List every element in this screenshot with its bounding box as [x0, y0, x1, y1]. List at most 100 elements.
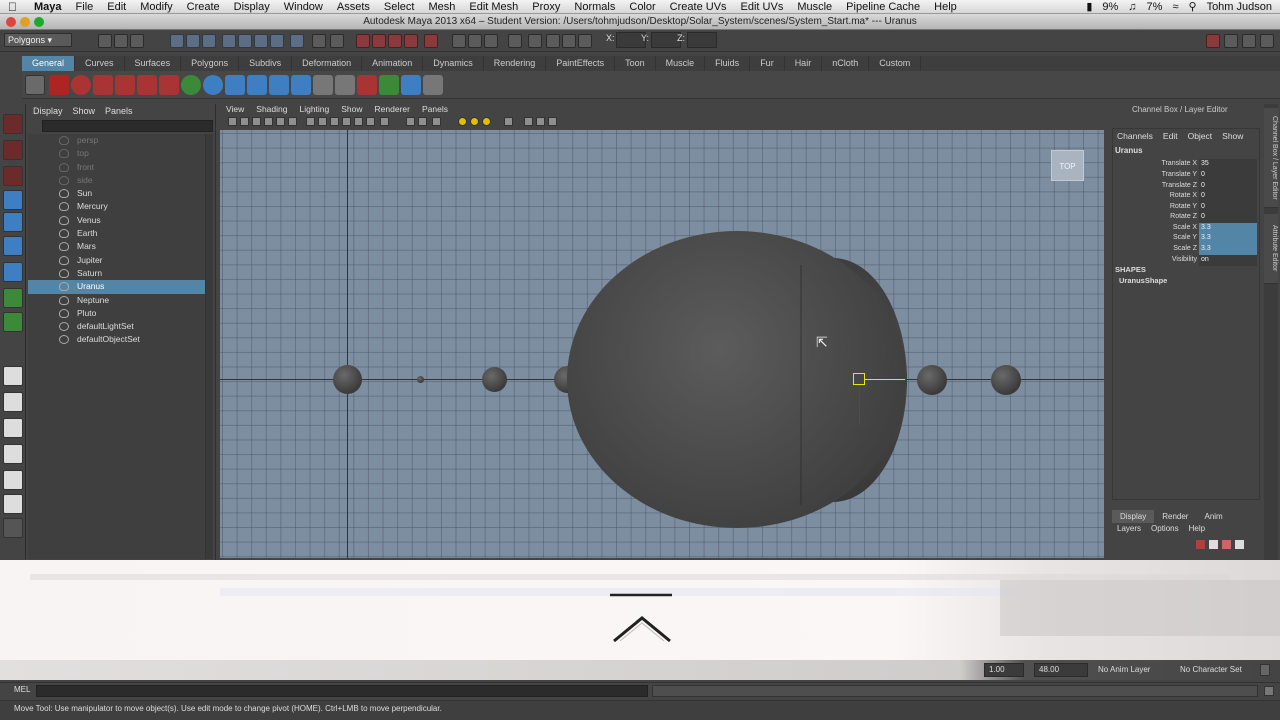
outliner-menu-display[interactable]: Display	[33, 104, 63, 118]
grid-icon[interactable]	[276, 117, 285, 126]
shelf-menu-icon[interactable]	[25, 75, 45, 95]
move-layer-down-icon[interactable]	[1235, 540, 1244, 549]
shelf-tab-custom[interactable]: Custom	[869, 56, 922, 71]
new-layer-selected-icon[interactable]	[1209, 540, 1218, 549]
channel-box-toggle-icon[interactable]	[1260, 34, 1274, 48]
snap-curve-icon[interactable]	[356, 34, 370, 48]
select-tool-icon[interactable]	[3, 114, 23, 134]
attr-rotate-z[interactable]: Rotate Z0	[1113, 212, 1259, 223]
menu-muscle[interactable]: Muscle	[797, 1, 832, 13]
attr-scale-z[interactable]: Scale Z 3.3	[1113, 244, 1259, 255]
smooth-shade-icon[interactable]	[318, 117, 327, 126]
all-lights-icon[interactable]	[482, 117, 491, 126]
poly-cylinder-icon[interactable]	[247, 75, 267, 95]
motion-blur-icon[interactable]	[548, 117, 557, 126]
rotate-tool-icon[interactable]	[3, 212, 23, 232]
menu-help[interactable]: Help	[934, 1, 957, 13]
planet-sphere[interactable]	[417, 376, 424, 383]
poly-plane-icon[interactable]	[291, 75, 311, 95]
select-component-icon[interactable]	[202, 34, 216, 48]
mask-surfaces-icon[interactable]	[270, 34, 284, 48]
attr-visibility[interactable]: Visibility on	[1113, 255, 1259, 266]
move-manipulator-x-axis[interactable]	[865, 379, 905, 380]
shelf-tab-surfaces[interactable]: Surfaces	[125, 56, 182, 71]
snap-point-icon[interactable]	[372, 34, 386, 48]
anim-layer-selector[interactable]: No Anim Layer	[1098, 663, 1150, 676]
volume-icon[interactable]: ♫	[1128, 1, 1136, 13]
outliner-menu-panels[interactable]: Panels	[105, 104, 133, 118]
battery-icon[interactable]: ▮	[1086, 0, 1092, 13]
outliner-item-top[interactable]: top	[28, 147, 206, 160]
persp-outliner-layout-icon[interactable]	[3, 470, 23, 490]
single-pane-layout-icon[interactable]	[3, 366, 23, 386]
use-lights-icon[interactable]	[354, 117, 363, 126]
input-line-icon[interactable]	[508, 34, 522, 48]
shelf-tab-subdivs[interactable]: Subdivs	[239, 56, 293, 71]
viewport-menu-shading[interactable]: Shading	[256, 104, 287, 115]
viewport-menu-panels[interactable]: Panels	[422, 104, 448, 115]
menu-edit-mesh[interactable]: Edit Mesh	[469, 1, 518, 13]
outliner-item-side[interactable]: side	[28, 174, 206, 187]
attribute-editor-toggle-icon[interactable]	[1224, 34, 1238, 48]
help-question-icon[interactable]	[290, 34, 304, 48]
shelf-tab-deformation[interactable]: Deformation	[292, 56, 363, 71]
z-field[interactable]	[687, 32, 717, 48]
spotlight-icon[interactable]: ⚲	[1189, 0, 1197, 13]
poly-torus-icon[interactable]	[203, 75, 223, 95]
snap-view-plane-icon[interactable]	[388, 34, 402, 48]
layer-icon[interactable]	[423, 75, 443, 95]
channel-menu-edit[interactable]: Edit	[1163, 129, 1178, 143]
image-plane-icon[interactable]	[264, 117, 273, 126]
planet-sphere[interactable]	[991, 365, 1021, 395]
menu-pipeline-cache[interactable]: Pipeline Cache	[846, 1, 920, 13]
make-live-icon[interactable]	[404, 34, 418, 48]
channel-menu-channels[interactable]: Channels	[1117, 129, 1153, 143]
wireframe-icon[interactable]	[306, 117, 315, 126]
move-manipulator-center[interactable]	[853, 373, 865, 385]
command-input[interactable]	[36, 685, 648, 697]
mask-icon[interactable]	[222, 34, 236, 48]
viewport-menu-show[interactable]: Show	[341, 104, 362, 115]
shelf-tab-muscle[interactable]: Muscle	[656, 56, 706, 71]
snap-grid-icon[interactable]	[330, 34, 344, 48]
persp-graph-layout-icon[interactable]	[3, 444, 23, 464]
channel-menu-object[interactable]: Object	[1188, 129, 1213, 143]
ambient-occlusion-icon[interactable]	[432, 117, 441, 126]
menu-set-dropdown[interactable]: Polygons ▾	[4, 33, 72, 47]
viewport-menu-lighting[interactable]: Lighting	[299, 104, 329, 115]
open-scene-icon[interactable]	[114, 34, 128, 48]
poly-cone-icon[interactable]	[269, 75, 289, 95]
menu-assets[interactable]: Assets	[337, 1, 370, 13]
shadows-icon[interactable]	[366, 117, 375, 126]
planet-sphere[interactable]	[917, 365, 947, 395]
character-set-selector[interactable]: No Character Set	[1180, 663, 1242, 676]
xray-joints-icon[interactable]	[418, 117, 427, 126]
menu-normals[interactable]: Normals	[574, 1, 615, 13]
outliner-item-uranus[interactable]: Uranus	[28, 280, 206, 294]
layer-tab-anim[interactable]: Anim	[1196, 510, 1230, 523]
outliner-item-venus[interactable]: Venus	[28, 214, 206, 227]
gamma-icon[interactable]	[524, 117, 533, 126]
select-hierarchy-icon[interactable]	[170, 34, 184, 48]
viewport-top[interactable]: ⇱ TOP	[220, 130, 1104, 558]
textured-icon[interactable]	[342, 117, 351, 126]
attr-translate-z[interactable]: Translate Z0	[1113, 181, 1259, 192]
outliner-item-defaultlightset[interactable]: defaultLightSet	[28, 320, 206, 333]
show-manip-icon[interactable]	[3, 312, 23, 332]
paint-select-icon[interactable]	[3, 166, 23, 186]
shelf-tab-rendering[interactable]: Rendering	[484, 56, 547, 71]
menu-proxy[interactable]: Proxy	[532, 1, 560, 13]
minimize-window-button[interactable]	[20, 17, 30, 27]
shelf-tab-hair[interactable]: Hair	[785, 56, 823, 71]
poly-sphere-icon[interactable]	[181, 75, 201, 95]
outliner-search-input[interactable]	[42, 120, 213, 132]
nurbs-cube-icon[interactable]	[93, 75, 113, 95]
planet-sphere[interactable]	[482, 367, 507, 392]
lasso-tool-icon[interactable]	[3, 140, 23, 160]
layer-menu-help[interactable]: Help	[1189, 523, 1205, 535]
channel-menu-show[interactable]: Show	[1222, 129, 1243, 143]
save-scene-icon[interactable]	[130, 34, 144, 48]
layout-menu-icon[interactable]	[3, 518, 23, 538]
side-tab-channel-box[interactable]: Channel Box / Layer Editor	[1264, 108, 1278, 208]
tool-settings-toggle-icon[interactable]	[1242, 34, 1256, 48]
